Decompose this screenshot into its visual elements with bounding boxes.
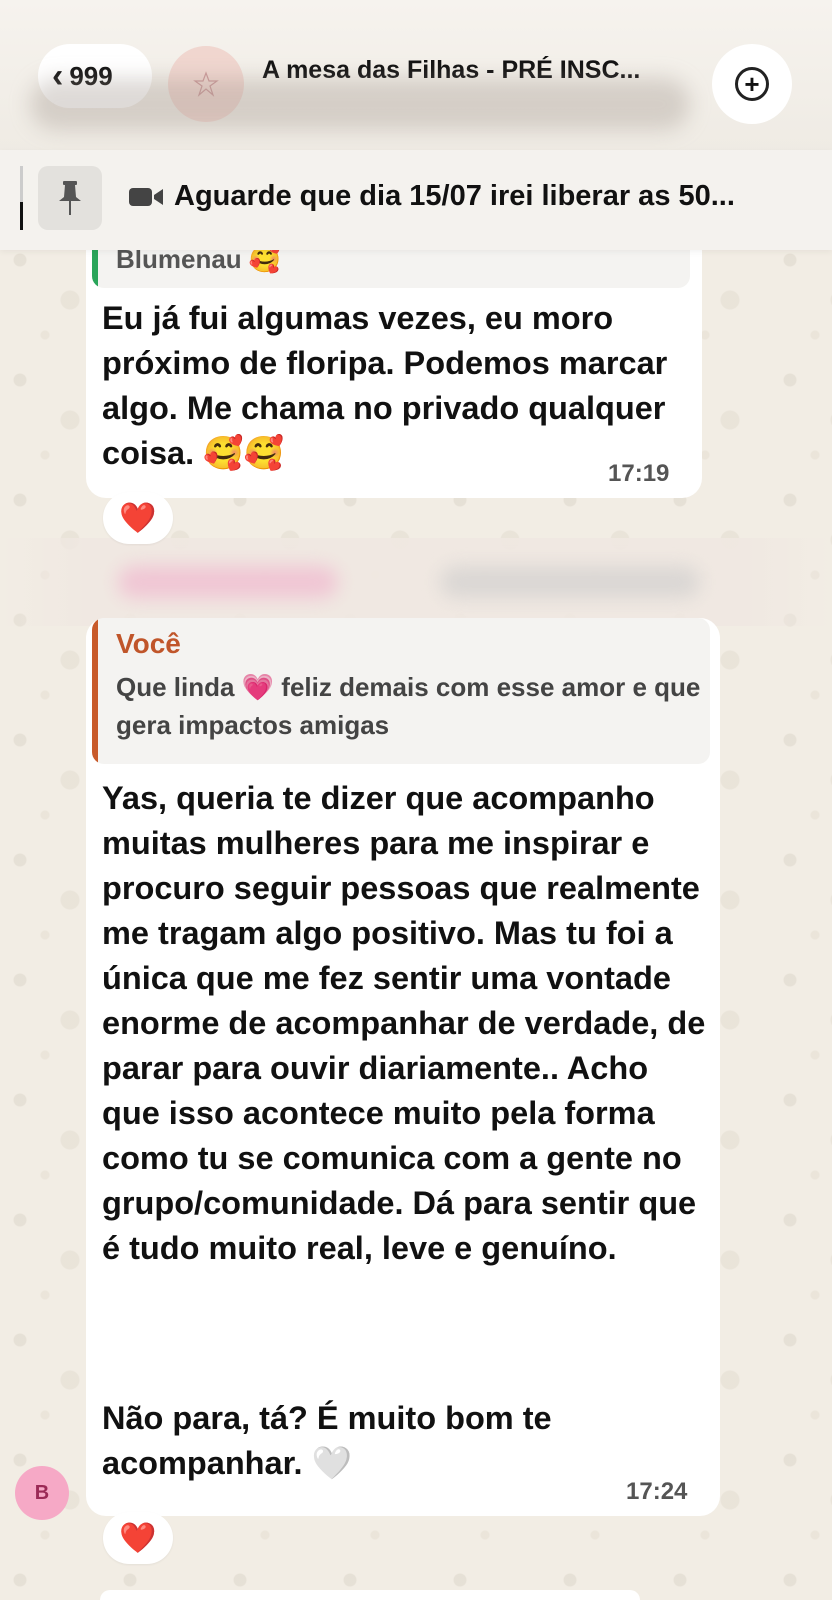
add-participant-button[interactable]: + (712, 44, 792, 124)
quoted-message[interactable]: Você Que linda 💗 feliz demais com esse a… (92, 618, 710, 764)
video-camera-icon (129, 187, 163, 206)
pinned-message-text: Aguarde que dia 15/07 irei liberar as 50… (174, 180, 735, 212)
quoted-text: Que linda 💗 feliz demais com esse amor e… (116, 672, 701, 740)
message-text-closing: Não para, tá? É muito bom te acompanhar.… (102, 1400, 561, 1481)
reaction-badge[interactable]: ❤️ (103, 492, 173, 544)
message-bubble[interactable]: Blumenau 🥰 Eu já fui algumas vezes, eu m… (86, 220, 702, 498)
sender-avatar[interactable]: B (15, 1466, 69, 1520)
input-bar-edge (100, 1590, 640, 1600)
message-time: 17:19 (608, 460, 670, 487)
pinned-indicator (20, 166, 23, 230)
pinned-message-bar[interactable]: Aguarde que dia 15/07 irei liberar as 50… (0, 150, 832, 250)
heart-icon: ❤️ (119, 1521, 157, 1555)
heart-icon: ❤️ (119, 501, 157, 535)
pin-icon (38, 166, 102, 230)
message-text: Yas, queria te dizer que acompanho muita… (102, 780, 715, 1266)
redacted-subtitle (30, 78, 690, 130)
message-bubble[interactable]: Você Que linda 💗 feliz demais com esse a… (86, 618, 720, 1516)
reaction-badge[interactable]: ❤️ (103, 1512, 173, 1564)
quoted-author: Você (116, 628, 181, 659)
plus-circle-icon: + (735, 67, 769, 101)
redacted-sender-name (0, 538, 832, 626)
message-time: 17:24 (626, 1478, 688, 1505)
message-text: Eu já fui algumas vezes, eu moro próximo… (102, 300, 677, 471)
chat-header: ‹ 999 A mesa das Filhas - PRÉ INSC... + (0, 0, 832, 150)
